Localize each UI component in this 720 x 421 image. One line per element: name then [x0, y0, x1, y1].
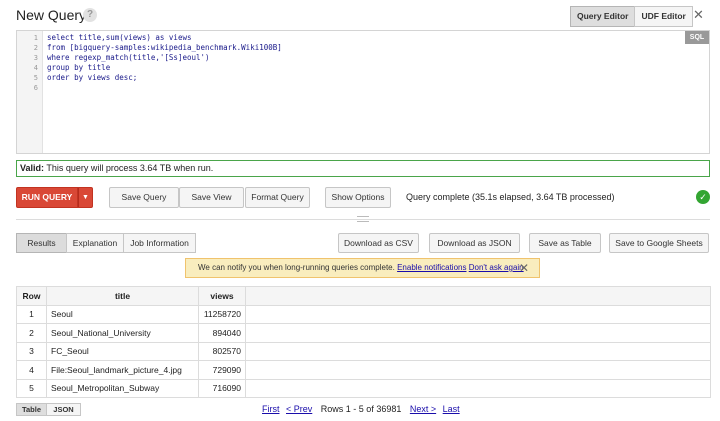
row-range: Rows 1 - 5 of 36981 [320, 404, 402, 414]
row-number: 2 [16, 323, 47, 343]
column-filler [245, 286, 711, 306]
line-number: 6 [33, 84, 38, 92]
last-page-link[interactable]: Last [443, 404, 460, 414]
row-number: 1 [16, 304, 47, 324]
title-cell: FC_Seoul [46, 341, 199, 361]
save-to-sheets-button[interactable]: Save to Google Sheets [609, 233, 709, 253]
page-title: New Query [16, 7, 87, 23]
row-number: 3 [16, 341, 47, 361]
title-cell: Seoul_National_University [46, 323, 199, 343]
tab-query-editor[interactable]: Query Editor [570, 6, 636, 27]
query-status: Query complete (35.1s elapsed, 3.64 TB p… [406, 192, 615, 202]
line-number: 2 [33, 44, 38, 52]
save-query-button[interactable]: Save Query [109, 187, 179, 208]
title-cell: Seoul_Metropolitan_Subway [46, 378, 199, 398]
views-cell: 802570 [198, 341, 246, 361]
save-as-table-button[interactable]: Save as Table [529, 233, 601, 253]
results-toolbar: Results Explanation Job Information Down… [16, 233, 710, 255]
table-row: 5 Seoul_Metropolitan_Subway 716090 [16, 378, 711, 398]
download-csv-button[interactable]: Download as CSV [338, 233, 419, 253]
notification-close-icon[interactable]: ✕ [519, 259, 529, 277]
sql-editor[interactable]: 1 2 3 4 5 6 select title,sum(views) as v… [16, 30, 710, 154]
filler-cell [245, 341, 711, 361]
views-cell: 729090 [198, 360, 246, 380]
notification-banner: We can notify you when long-running quer… [185, 258, 540, 278]
line-number: 1 [33, 34, 38, 42]
filler-cell [245, 304, 711, 324]
editor-tabs: Query Editor UDF Editor [570, 6, 693, 27]
column-header-title: title [46, 286, 199, 306]
filler-cell [245, 323, 711, 343]
views-cell: 716090 [198, 378, 246, 398]
format-query-button[interactable]: Format Query [245, 187, 310, 208]
line-gutter: 1 2 3 4 5 6 [17, 31, 43, 153]
dont-ask-again-link[interactable]: Don't ask again [469, 263, 524, 272]
row-number: 5 [16, 378, 47, 398]
code-line: group by title [47, 63, 111, 72]
table-row: 2 Seoul_National_University 894040 [16, 323, 711, 343]
enable-notifications-link[interactable]: Enable notifications [397, 263, 466, 272]
save-view-button[interactable]: Save View [179, 187, 244, 208]
table-row: 1 Seoul 11258720 [16, 304, 711, 324]
prev-page-link[interactable]: < Prev [286, 404, 312, 414]
view-json-tab[interactable]: JSON [46, 403, 81, 416]
view-table-tab[interactable]: Table [16, 403, 47, 416]
query-header: New Query ? Query Editor UDF Editor ✕ [0, 0, 720, 30]
close-icon[interactable]: ✕ [693, 8, 704, 22]
tab-udf-editor[interactable]: UDF Editor [634, 6, 693, 27]
views-cell: 894040 [198, 323, 246, 343]
results-footer: Table JSON First < Prev Rows 1 - 5 of 36… [16, 403, 710, 417]
validation-bar: Valid: This query will process 3.64 TB w… [16, 160, 710, 177]
sql-mode-badge: SQL [685, 31, 709, 44]
row-number: 4 [16, 360, 47, 380]
resize-grip-icon[interactable] [357, 216, 369, 222]
code-line: order by views desc; [47, 73, 138, 82]
first-page-link[interactable]: First [262, 404, 280, 414]
column-header-views: views [198, 286, 246, 306]
line-number: 3 [33, 54, 38, 62]
help-icon[interactable]: ? [83, 8, 97, 22]
code-line: select title,sum(views) as views [47, 33, 192, 42]
next-page-link[interactable]: Next > [410, 404, 436, 414]
filler-cell [245, 360, 711, 380]
filler-cell [245, 378, 711, 398]
query-actions: RUN QUERY ▼ Save Query Save View Format … [16, 187, 710, 209]
code-line: from [bigquery-samples:wikipedia_benchma… [47, 43, 282, 52]
tab-explanation[interactable]: Explanation [66, 233, 124, 253]
pagination: First < Prev Rows 1 - 5 of 36981 Next > … [260, 404, 462, 414]
validation-message: This query will process 3.64 TB when run… [46, 163, 214, 173]
success-check-icon: ✓ [696, 190, 710, 204]
run-options-caret-icon[interactable]: ▼ [78, 187, 93, 208]
show-options-button[interactable]: Show Options [325, 187, 391, 208]
line-number: 4 [33, 64, 38, 72]
tab-results[interactable]: Results [16, 233, 67, 253]
results-table: Row title views 1 Seoul 11258720 2 Seoul… [16, 286, 711, 398]
table-header-row: Row title views [16, 286, 711, 306]
run-query-button[interactable]: RUN QUERY [16, 187, 78, 208]
title-cell: File:Seoul_landmark_picture_4.jpg [46, 360, 199, 380]
notification-text: We can notify you when long-running quer… [198, 263, 395, 272]
table-row: 3 FC_Seoul 802570 [16, 341, 711, 361]
line-number: 5 [33, 74, 38, 82]
views-cell: 11258720 [198, 304, 246, 324]
table-row: 4 File:Seoul_landmark_picture_4.jpg 7290… [16, 360, 711, 380]
download-json-button[interactable]: Download as JSON [429, 233, 520, 253]
validation-label: Valid: [20, 163, 45, 173]
code-line: where regexp_match(title,'[Ss]eoul') [47, 53, 210, 62]
column-header-row: Row [16, 286, 47, 306]
title-cell: Seoul [46, 304, 199, 324]
tab-job-information[interactable]: Job Information [123, 233, 196, 253]
